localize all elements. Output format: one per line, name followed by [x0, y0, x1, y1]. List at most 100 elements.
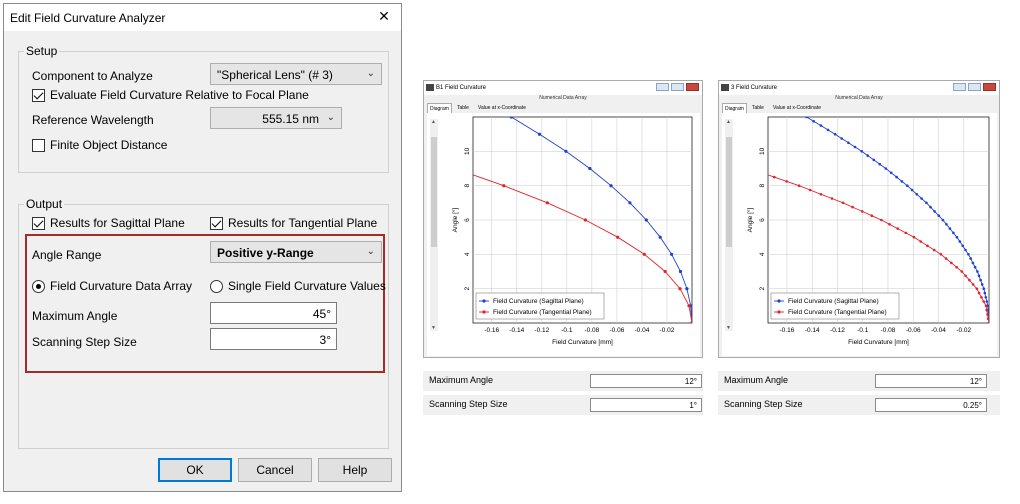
window-2-step-label: Scanning Step Size [724, 399, 803, 409]
data-point [588, 166, 592, 171]
data-point [670, 252, 674, 256]
data-point [880, 218, 883, 222]
data-point [866, 154, 869, 157]
data-point [851, 205, 854, 209]
x-tick-label: -0.14 [805, 327, 820, 334]
help-button[interactable]: Help [318, 458, 392, 482]
data-point [884, 167, 888, 170]
data-point [955, 235, 959, 239]
data-point [926, 244, 929, 248]
chevron-down-icon: ⌄ [366, 246, 375, 257]
data-point [889, 171, 893, 175]
window-1-step-value: 1° [689, 401, 697, 410]
y-tick-label: 10 [464, 147, 471, 155]
tangential-checkbox[interactable] [210, 217, 223, 230]
x-axis-label: Field Curvature [mm] [848, 339, 909, 346]
data-point [583, 218, 587, 222]
single-values-radio[interactable] [210, 280, 223, 293]
close-icon[interactable] [983, 83, 996, 91]
sagittal-checkbox[interactable] [32, 217, 45, 230]
tab-diagram[interactable]: Diagram [427, 103, 452, 113]
data-point [830, 197, 834, 200]
data-point [628, 201, 632, 205]
data-point [910, 188, 914, 192]
minimize-icon[interactable] [953, 83, 966, 91]
component-select[interactable]: "Spherical Lens" (# 3) ⌄ [210, 63, 382, 85]
legend-label: Field Curvature (Tangential Plane) [788, 309, 887, 316]
data-point [819, 193, 823, 196]
minimize-icon[interactable] [656, 83, 669, 91]
data-array-radio[interactable] [32, 280, 45, 293]
y-tick-label: 4 [464, 252, 471, 256]
y-axis-label: Angle [°] [746, 207, 754, 232]
step-size-input[interactable]: 3° [210, 328, 337, 350]
maximize-icon[interactable] [968, 83, 981, 91]
window-2-max-angle-input[interactable]: 12° [875, 374, 987, 388]
window-2-max-angle-label: Maximum Angle [724, 375, 789, 385]
wavelength-field[interactable]: 555.15 nm ⌄ [210, 107, 342, 129]
edit-field-curvature-dialog: Edit Field Curvature Analyzer ✕ Setup Co… [3, 3, 402, 492]
single-values-label: Single Field Curvature Values [228, 279, 386, 293]
y-tick-label: 6 [464, 218, 471, 222]
data-point [986, 313, 989, 316]
window-2-titlebar: 3 Field Curvature [719, 81, 999, 95]
data-point [878, 162, 882, 166]
window-controls [656, 83, 700, 92]
data-point [819, 124, 823, 127]
evaluate-focal-plane-checkbox[interactable] [32, 89, 45, 102]
cancel-button[interactable]: Cancel [238, 458, 312, 482]
finite-object-label: Finite Object Distance [50, 138, 168, 152]
data-point [678, 287, 682, 291]
close-icon[interactable]: ✕ [375, 8, 393, 25]
data-point [912, 235, 916, 239]
data-point [915, 193, 919, 196]
x-tick-label: -0.02 [660, 327, 675, 334]
window-2-tabs: Diagram Table Value at x-Coordinate [719, 103, 999, 113]
field-curvature-window-1: B1 Field Curvature Numerical Data Array … [423, 80, 703, 358]
tab-table[interactable]: Table [750, 103, 766, 113]
wavelength-value: 555.15 nm [262, 112, 319, 126]
setup-group-title: Setup [24, 44, 60, 58]
data-point [502, 184, 506, 188]
data-point [853, 145, 857, 149]
data-point [982, 287, 986, 290]
close-icon[interactable] [686, 83, 699, 91]
tab-table[interactable]: Table [455, 103, 471, 113]
finite-object-checkbox[interactable] [32, 139, 45, 152]
x-axis-label: Field Curvature [mm] [552, 339, 613, 346]
data-point [984, 304, 988, 308]
data-point [773, 175, 776, 179]
angle-range-label: Angle Range [32, 248, 102, 262]
output-group-title: Output [24, 197, 65, 211]
data-point [944, 257, 948, 260]
maximize-icon[interactable] [671, 83, 684, 91]
max-angle-input[interactable]: 45° [210, 302, 337, 324]
x-tick-label: -0.1 [857, 327, 869, 334]
x-tick-label: -0.14 [509, 327, 524, 334]
data-point [960, 270, 964, 273]
tab-diagram[interactable]: Diagram [722, 103, 747, 113]
x-tick-label: -0.08 [881, 327, 896, 334]
sagittal-label: Results for Sagittal Plane [50, 216, 185, 230]
data-point [805, 117, 808, 119]
data-point [955, 265, 958, 269]
ok-button[interactable]: OK [158, 458, 232, 482]
window-1-tabs: Diagram Table Value at x-Coordinate [424, 103, 702, 113]
window-2-step-input[interactable]: 0.25° [875, 398, 987, 412]
data-point [453, 167, 456, 170]
data-point [964, 248, 967, 252]
data-point [658, 235, 662, 239]
window-1-step-input[interactable]: 1° [590, 398, 702, 412]
tab-value-at-x[interactable]: Value at x-Coordinate [771, 103, 823, 113]
window-1-max-angle-input[interactable]: 12° [590, 374, 702, 388]
data-point [906, 184, 909, 187]
angle-range-select[interactable]: Positive y-Range ⌄ [210, 241, 382, 263]
data-point [987, 321, 989, 323]
x-tick-label: -0.08 [584, 327, 599, 334]
data-point [982, 300, 985, 303]
data-point [941, 218, 945, 222]
tab-value-at-x[interactable]: Value at x-Coordinate [476, 103, 528, 113]
data-point [808, 188, 812, 192]
data-point [958, 240, 962, 243]
y-tick-label: 8 [759, 183, 766, 187]
